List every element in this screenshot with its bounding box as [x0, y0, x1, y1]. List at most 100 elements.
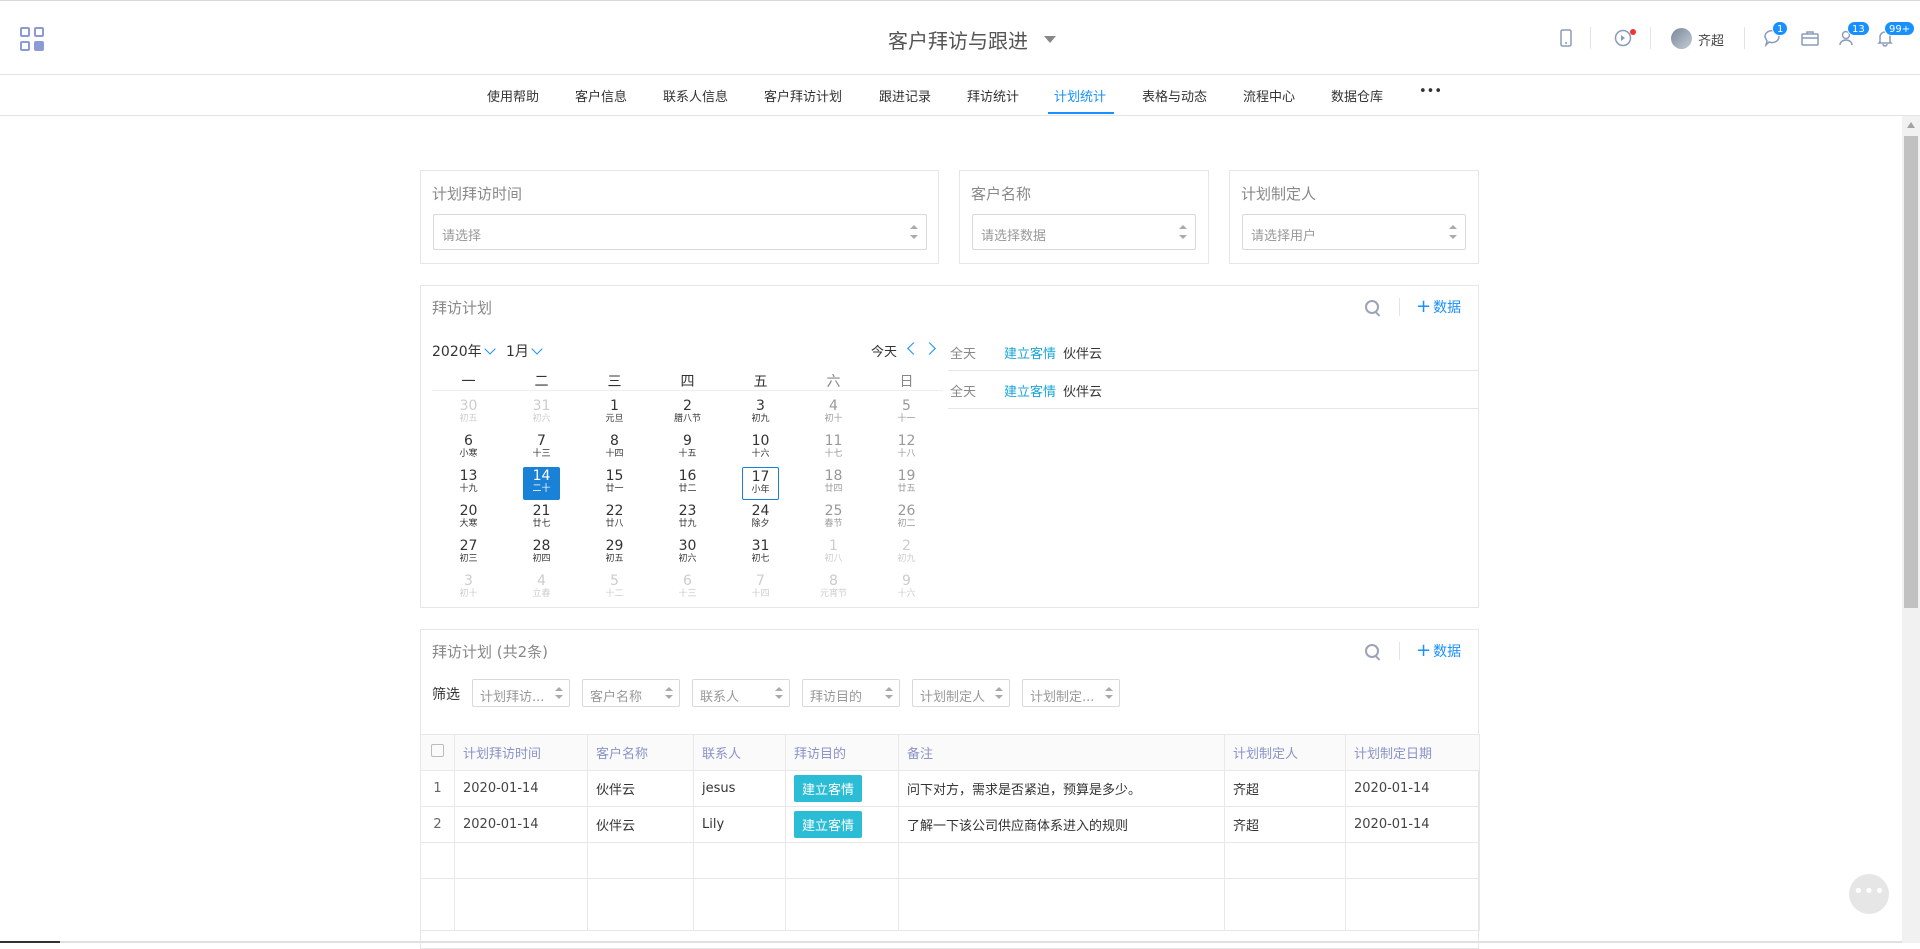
calendar-day[interactable]: 1 元旦 [578, 395, 651, 430]
calendar-day[interactable]: 3 初十 [432, 570, 505, 605]
tab-plan-stats[interactable]: 计划统计 [1054, 86, 1106, 105]
search-icon[interactable] [1365, 644, 1381, 660]
calendar-day[interactable]: 15 廿一 [578, 465, 651, 500]
visit-time-select[interactable]: 请选择 [433, 214, 927, 250]
tab-tables-activity[interactable]: 表格与动态 [1142, 86, 1207, 105]
calendar-day[interactable]: 12 十八 [870, 430, 943, 465]
purpose-tag[interactable]: 建立客情 [794, 775, 863, 802]
tab-data-warehouse[interactable]: 数据仓库 [1331, 86, 1383, 105]
app-title[interactable]: 客户拜访与跟进 [888, 25, 1028, 54]
user-name[interactable]: 齐超 [1698, 30, 1724, 49]
calendar-day[interactable]: 2 初九 [870, 535, 943, 570]
event-tag[interactable]: 建立客情 [1004, 343, 1056, 362]
calendar-day-selected[interactable]: 14 二十 [505, 465, 578, 500]
calendar-day[interactable]: 21 廿七 [505, 500, 578, 535]
calendar-day[interactable]: 2 腊八节 [651, 395, 724, 430]
calendar-day[interactable]: 10 十六 [724, 430, 797, 465]
calendar-day[interactable]: 19 廿五 [870, 465, 943, 500]
column-header[interactable]: 备注 [898, 734, 1225, 771]
scroll-up-icon[interactable] [1907, 122, 1915, 128]
chevron-down-icon[interactable] [1044, 36, 1056, 43]
calendar-day[interactable]: 18 廿四 [797, 465, 870, 500]
filter-select-planner[interactable]: 计划制定人 [912, 679, 1010, 707]
lunar-date: 廿五 [897, 484, 916, 494]
tab-visit-stats[interactable]: 拜访统计 [967, 86, 1019, 105]
calendar-day[interactable]: 29 初五 [578, 535, 651, 570]
calendar-day[interactable]: 20 大寒 [432, 500, 505, 535]
calendar-day[interactable]: 11 十七 [797, 430, 870, 465]
filter-select-plan-date[interactable]: 计划制定... [1022, 679, 1120, 707]
tab-customer-info[interactable]: 客户信息 [575, 86, 627, 105]
floating-more-button[interactable]: ••• [1849, 874, 1889, 914]
calendar-day[interactable]: 26 初二 [870, 500, 943, 535]
calendar-day[interactable]: 28 初四 [505, 535, 578, 570]
calendar-day[interactable]: 9 十六 [870, 570, 943, 605]
table-row[interactable]: 2 2020-01-14 伙伴云 Lily 建立客情 了解一下该公司供应商体系进… [420, 806, 1480, 843]
column-header[interactable]: 客户名称 [587, 734, 694, 771]
calendar-day[interactable]: 16 廿二 [651, 465, 724, 500]
more-tabs-button[interactable]: ••• [1419, 84, 1442, 99]
add-data-button[interactable]: + 数据 [1416, 640, 1461, 661]
filter-select-customer[interactable]: 客户名称 [582, 679, 680, 707]
calendar-day[interactable]: 31 初七 [724, 535, 797, 570]
calendar-day[interactable]: 8 十四 [578, 430, 651, 465]
tab-visit-plan[interactable]: 客户拜访计划 [764, 86, 842, 105]
calendar-day[interactable]: 5 十二 [578, 570, 651, 605]
today-button[interactable]: 今天 [871, 341, 897, 360]
calendar-day[interactable]: 4 初十 [797, 395, 870, 430]
calendar-day[interactable]: 13 十九 [432, 465, 505, 500]
column-header[interactable]: 计划制定日期 [1345, 734, 1480, 771]
calendar-day[interactable]: 7 十四 [724, 570, 797, 605]
calendar-day[interactable]: 6 小寒 [432, 430, 505, 465]
calendar-day[interactable]: 1 初八 [797, 535, 870, 570]
scroll-thumb[interactable] [1904, 136, 1918, 608]
lunar-date: 初六 [532, 414, 551, 424]
event-row[interactable]: 全天 建立客情 伙伴云 [948, 333, 1478, 371]
tab-help[interactable]: 使用帮助 [487, 86, 539, 105]
search-icon[interactable] [1365, 300, 1381, 316]
month-select[interactable]: 1月 [506, 341, 543, 361]
calendar-day[interactable]: 3 初九 [724, 395, 797, 430]
event-row[interactable]: 全天 建立客情 伙伴云 [948, 371, 1478, 409]
calendar-day[interactable]: 5 十一 [870, 395, 943, 430]
column-header[interactable]: 联系人 [693, 734, 786, 771]
column-header[interactable]: 计划拜访时间 [454, 734, 588, 771]
tab-follow-up[interactable]: 跟进记录 [879, 86, 931, 105]
calendar-day[interactable]: 8 元宵节 [797, 570, 870, 605]
year-select[interactable]: 2020年 [432, 341, 496, 361]
add-data-button[interactable]: + 数据 [1416, 296, 1461, 317]
page-scrollbar[interactable] [1902, 116, 1920, 943]
filter-select-visit-time[interactable]: 计划拜访... [472, 679, 570, 707]
calendar-day[interactable]: 27 初三 [432, 535, 505, 570]
column-header[interactable]: 拜访目的 [785, 734, 899, 771]
app-grid-icon[interactable] [20, 27, 46, 53]
calendar-day[interactable]: 6 十三 [651, 570, 724, 605]
avatar[interactable] [1671, 28, 1692, 49]
column-header[interactable]: 计划制定人 [1224, 734, 1346, 771]
calendar-day[interactable]: 7 十三 [505, 430, 578, 465]
calendar-day[interactable]: 23 廿九 [651, 500, 724, 535]
calendar-day[interactable]: 24 除夕 [724, 500, 797, 535]
calendar-day[interactable]: 22 廿八 [578, 500, 651, 535]
filter-select-purpose[interactable]: 拜访目的 [802, 679, 900, 707]
table-row[interactable]: 1 2020-01-14 伙伴云 jesus 建立客情 问下对方，需求是否紧迫，… [420, 770, 1480, 807]
calendar-day[interactable]: 30 初六 [651, 535, 724, 570]
mobile-icon[interactable] [1555, 27, 1577, 49]
purpose-tag[interactable]: 建立客情 [794, 811, 863, 838]
calendar-day[interactable]: 4 立春 [505, 570, 578, 605]
tab-workflow[interactable]: 流程中心 [1243, 86, 1295, 105]
briefcase-icon[interactable] [1799, 27, 1821, 49]
calendar-day[interactable]: 30 初五 [432, 395, 505, 430]
calendar-day[interactable]: 9 十五 [651, 430, 724, 465]
calendar-day[interactable]: 31 初六 [505, 395, 578, 430]
calendar-day[interactable]: 25 春节 [797, 500, 870, 535]
day-cell-inner: 7 十四 [742, 572, 779, 605]
calendar-day-today[interactable]: 17 小年 [724, 465, 797, 500]
filter-select-contact[interactable]: 联系人 [692, 679, 790, 707]
customer-select[interactable]: 请选择数据 [972, 214, 1196, 250]
event-tag[interactable]: 建立客情 [1004, 381, 1056, 400]
select-all-checkbox[interactable] [431, 744, 444, 757]
filter-customer: 客户名称 请选择数据 [959, 170, 1209, 264]
planner-select[interactable]: 请选择用户 [1242, 214, 1466, 250]
tab-contact-info[interactable]: 联系人信息 [663, 86, 728, 105]
